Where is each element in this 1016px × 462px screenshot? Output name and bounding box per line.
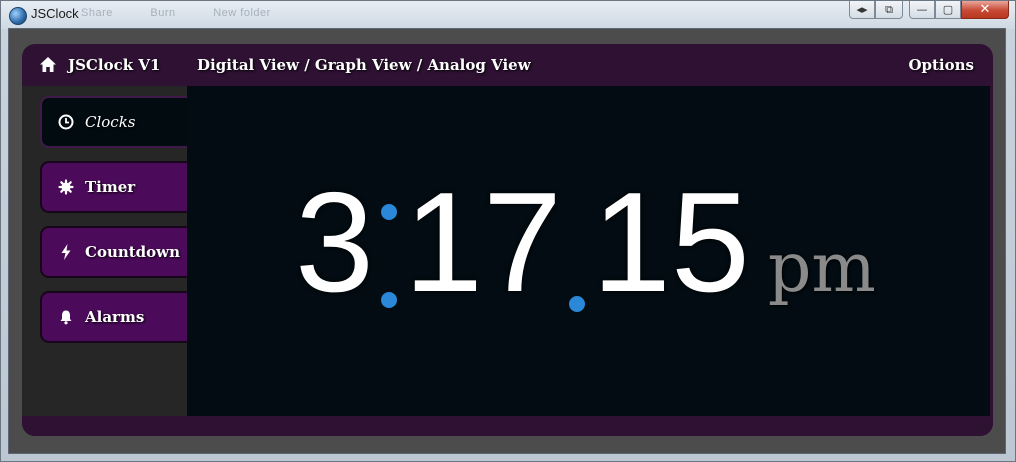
burst-icon [58, 179, 74, 195]
top-nav-bar: JSClock V1 Digital View / Graph View / A… [22, 44, 993, 86]
background-explorer-menu: Share Burn New folder [81, 7, 305, 19]
sidebar-item-clocks[interactable]: Clocks [40, 96, 200, 148]
separator-dot-icon [568, 296, 585, 312]
digital-clock-display: 3 17 15 pm [187, 86, 990, 416]
clock-icon [58, 114, 74, 130]
options-link[interactable]: Options [908, 56, 974, 74]
lightning-icon [61, 244, 71, 260]
digital-clock: 3 17 15 pm [295, 172, 876, 322]
clock-minutes: 17 [403, 163, 562, 322]
home-icon[interactable] [40, 57, 56, 72]
clock-separator [380, 204, 397, 308]
ghost-menu-item: Burn [150, 7, 176, 19]
sidebar-item-timer[interactable]: Timer [40, 161, 200, 213]
bell-icon [60, 310, 72, 325]
sidebar-item-alarms[interactable]: Alarms [40, 291, 200, 343]
window-title: JSClock [31, 6, 79, 21]
clock-hours: 3 [295, 163, 374, 322]
clock-ampm: pm [767, 229, 876, 308]
maximize-button[interactable]: ▢ [935, 1, 961, 19]
sidebar-item-countdown[interactable]: Countdown [40, 226, 200, 278]
sidebar-item-label: Countdown [85, 243, 180, 261]
app-brand[interactable]: JSClock V1 [68, 56, 160, 74]
ghost-menu-item: New folder [213, 7, 271, 19]
close-button[interactable]: ✕ [961, 1, 1009, 19]
dock-button[interactable]: ◂▸ [849, 1, 875, 19]
sidebar: Clocks Timer Countdown Alarms [22, 86, 200, 416]
separator-dot-icon [380, 292, 397, 308]
separator-dot-icon [380, 204, 397, 220]
popout-button[interactable]: ⧉ [875, 1, 903, 19]
minimize-button[interactable]: — [909, 1, 935, 19]
sidebar-item-label: Timer [85, 178, 136, 196]
bottom-bar [22, 416, 993, 436]
ghost-menu-item: Share [81, 7, 113, 19]
sidebar-item-label: Alarms [85, 308, 145, 326]
jsclock-app: JSClock V1 Digital View / Graph View / A… [22, 44, 993, 436]
view-switcher[interactable]: Digital View / Graph View / Analog View [197, 56, 531, 74]
clock-seconds: 15 [591, 163, 750, 322]
app-globe-icon [9, 7, 27, 25]
sidebar-item-label: Clocks [85, 113, 136, 131]
